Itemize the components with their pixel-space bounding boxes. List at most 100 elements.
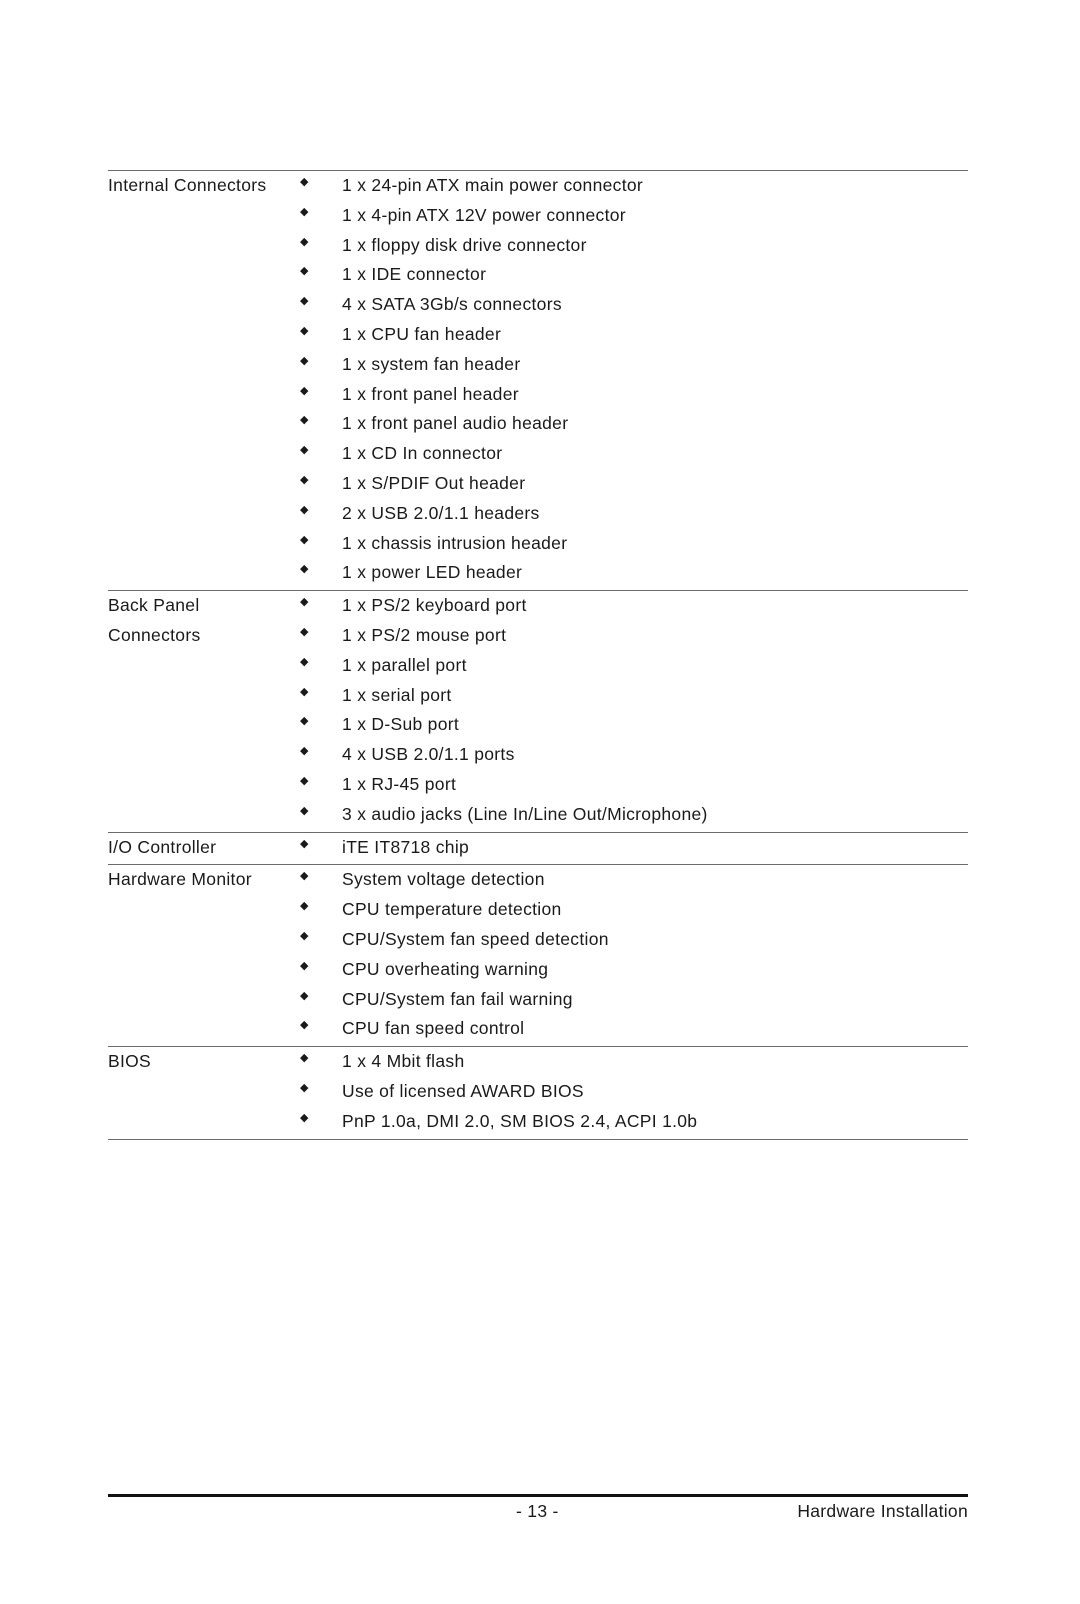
spec-item: ◆ 1 x IDE connector — [298, 260, 968, 290]
spec-item-text: 1 x chassis intrusion header — [342, 532, 568, 553]
section-label-line: BIOS — [108, 1051, 152, 1072]
spec-item-text: 1 x S/PDIF Out header — [342, 472, 526, 493]
spec-item-list: ◆ iTE IT8718 chip — [298, 833, 968, 863]
diamond-bullet-icon: ◆ — [300, 503, 309, 516]
diamond-bullet-icon: ◆ — [300, 324, 309, 337]
spec-item-text: 1 x PS/2 mouse port — [342, 624, 507, 645]
spec-item: ◆ CPU fan speed control — [298, 1014, 968, 1044]
spec-item-text: iTE IT8718 chip — [342, 836, 470, 857]
diamond-bullet-icon: ◆ — [300, 715, 309, 728]
spec-item: ◆ 1 x power LED header — [298, 558, 968, 588]
spec-item-text: 2 x USB 2.0/1.1 headers — [342, 502, 540, 523]
spec-item-text: 4 x SATA 3Gb/s connectors — [342, 294, 562, 315]
spec-item: ◆ Use of licensed AWARD BIOS — [298, 1077, 968, 1107]
spec-item-text: 1 x system fan header — [342, 353, 521, 374]
diamond-bullet-icon: ◆ — [300, 533, 309, 546]
spec-item-text: 1 x RJ-45 port — [342, 773, 457, 794]
spec-table: Internal Connectors ◆ 1 x 24-pin ATX main … — [108, 170, 968, 1140]
spec-item-text: 1 x IDE connector — [342, 264, 487, 285]
spec-item-text: 1 x parallel port — [342, 654, 467, 675]
spec-item-text: 3 x audio jacks (Line In/Line Out/Microp… — [342, 803, 708, 824]
diamond-bullet-icon: ◆ — [300, 384, 309, 397]
spec-item: ◆ CPU/System fan fail warning — [298, 985, 968, 1015]
diamond-bullet-icon: ◆ — [300, 1019, 309, 1032]
diamond-bullet-icon: ◆ — [300, 774, 309, 787]
diamond-bullet-icon: ◆ — [300, 205, 309, 218]
diamond-bullet-icon: ◆ — [300, 625, 309, 638]
spec-item-text: 1 x PS/2 keyboard port — [342, 595, 527, 616]
spec-item-text: CPU fan speed control — [342, 1018, 525, 1039]
diamond-bullet-icon: ◆ — [300, 900, 309, 913]
spec-item: ◆ 1 x PS/2 keyboard port — [298, 591, 968, 621]
diamond-bullet-icon: ◆ — [300, 685, 309, 698]
spec-item-text: 1 x CD In connector — [342, 443, 503, 464]
spec-item-text: CPU temperature detection — [342, 899, 562, 920]
spec-item-text: 1 x 4-pin ATX 12V power connector — [342, 204, 626, 225]
spec-item: ◆ CPU temperature detection — [298, 895, 968, 925]
diamond-bullet-icon: ◆ — [300, 444, 309, 457]
section-label: Internal Connectors — [108, 171, 298, 588]
diamond-bullet-icon: ◆ — [300, 295, 309, 308]
spec-item-text: System voltage detection — [342, 869, 545, 890]
diamond-bullet-icon: ◆ — [300, 655, 309, 668]
diamond-bullet-icon: ◆ — [300, 1111, 309, 1124]
spec-item: ◆ 1 x 4 Mbit flash — [298, 1047, 968, 1077]
section-label-line: Internal Connectors — [108, 175, 267, 195]
spec-item: ◆ 1 x CD In connector — [298, 439, 968, 469]
spec-section: Hardware Monitor ◆ System voltage detectio… — [108, 865, 968, 1048]
section-label: I/O Controller — [108, 833, 298, 863]
diamond-bullet-icon: ◆ — [300, 929, 309, 942]
diamond-bullet-icon: ◆ — [300, 596, 309, 609]
diamond-bullet-icon: ◆ — [300, 745, 309, 758]
spec-item-text: 1 x power LED header — [342, 562, 523, 583]
spec-item: ◆ 1 x 4-pin ATX 12V power connector — [298, 201, 968, 231]
diamond-bullet-icon: ◆ — [300, 959, 309, 972]
spec-item-list: ◆ System voltage detection ◆ CPU temperatur… — [298, 865, 968, 1044]
section-label: Hardware Monitor — [108, 865, 298, 1044]
diamond-bullet-icon: ◆ — [300, 414, 309, 427]
spec-item-text: 1 x serial port — [342, 684, 452, 705]
spec-item-text: 1 x 4 Mbit flash — [342, 1051, 465, 1072]
spec-item-text: PnP 1.0a, DMI 2.0, SM BIOS 2.4, ACPI 1.0… — [342, 1110, 698, 1131]
spec-item-text: 1 x front panel header — [342, 383, 519, 404]
spec-item-list: ◆ 1 x 4 Mbit flash ◆ Use of licensed AWARD … — [298, 1047, 968, 1136]
diamond-bullet-icon: ◆ — [300, 1081, 309, 1094]
spec-item: ◆ 4 x USB 2.0/1.1 ports — [298, 740, 968, 770]
spec-item-text: Use of licensed AWARD BIOS — [342, 1080, 584, 1101]
diamond-bullet-icon: ◆ — [300, 473, 309, 486]
spec-item-list: ◆ 1 x 24-pin ATX main power connector ◆ 1 x… — [298, 171, 968, 588]
page-footer: - 13 - Hardware Installation — [108, 1494, 968, 1527]
diamond-bullet-icon: ◆ — [300, 235, 309, 248]
spec-item: ◆ 1 x parallel port — [298, 651, 968, 681]
spec-section: BIOS ◆ 1 x 4 Mbit flash ◆ Use of licensed AW… — [108, 1047, 968, 1140]
spec-item: ◆ 1 x floppy disk drive connector — [298, 231, 968, 261]
spec-item-text: 1 x floppy disk drive connector — [342, 234, 587, 255]
section-label-line: Back Panel — [108, 595, 200, 616]
section-label: BIOS — [108, 1047, 298, 1136]
spec-item: ◆ 1 x S/PDIF Out header — [298, 469, 968, 499]
section-label: Back Panel Connectors — [108, 591, 298, 829]
spec-section: I/O Controller ◆ iTE IT8718 chip — [108, 833, 968, 866]
spec-item: ◆ iTE IT8718 chip — [298, 833, 968, 863]
spec-item: ◆ 1 x 24-pin ATX main power connector — [298, 171, 968, 201]
diamond-bullet-icon: ◆ — [300, 354, 309, 367]
spec-item: ◆ PnP 1.0a, DMI 2.0, SM BIOS 2.4, ACPI 1.… — [298, 1107, 968, 1137]
spec-item: ◆ 1 x RJ-45 port — [298, 770, 968, 800]
spec-item-text: CPU/System fan fail warning — [342, 988, 573, 1009]
section-label-line: Hardware Monitor — [108, 869, 252, 890]
diamond-bullet-icon: ◆ — [300, 265, 309, 278]
diamond-bullet-icon: ◆ — [300, 176, 309, 188]
spec-item: ◆ 1 x serial port — [298, 681, 968, 711]
spec-item: ◆ 3 x audio jacks (Line In/Line Out/Micro… — [298, 800, 968, 830]
spec-item: ◆ 2 x USB 2.0/1.1 headers — [298, 499, 968, 529]
section-label-line: I/O Controller — [108, 836, 217, 857]
spec-item: ◆ 1 x chassis intrusion header — [298, 529, 968, 559]
spec-item-text: CPU overheating warning — [342, 958, 549, 979]
diamond-bullet-icon: ◆ — [300, 1052, 309, 1065]
spec-item: ◆ System voltage detection — [298, 865, 968, 895]
spec-item-text: 1 x 24-pin ATX main power connector — [342, 175, 644, 195]
spec-item: ◆ 1 x PS/2 mouse port — [298, 621, 968, 651]
spec-item-text: 4 x USB 2.0/1.1 ports — [342, 744, 515, 765]
spec-item: ◆ 1 x front panel header — [298, 380, 968, 410]
diamond-bullet-icon: ◆ — [300, 563, 309, 576]
